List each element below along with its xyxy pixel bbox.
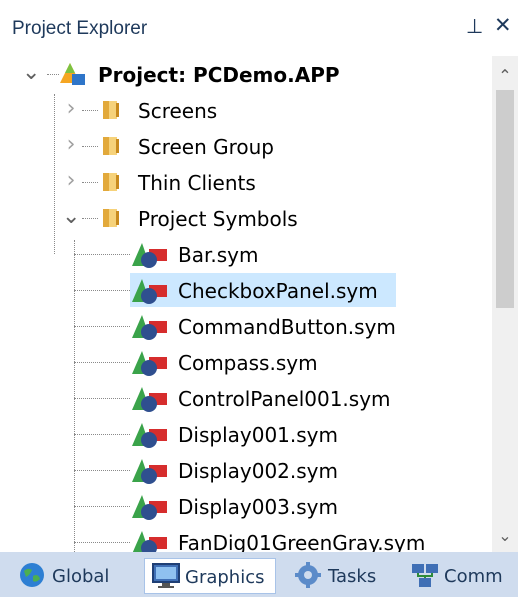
symbol-label: Display001.sym: [178, 423, 338, 447]
scrollbar-thumb[interactable]: [496, 90, 514, 308]
tab-label: Comm: [444, 566, 503, 587]
symbol-icon: [132, 495, 167, 520]
tree-item-thin-clients[interactable]: › Thin Clients: [0, 164, 492, 200]
tree-connector: [74, 362, 130, 363]
tree-item-symbol[interactable]: Bar.sym: [0, 236, 492, 272]
tree-root[interactable]: ⌄ Project: PCDemo.APP: [0, 56, 492, 92]
tree-connector: [74, 398, 130, 399]
tree-item-symbol[interactable]: ControlPanel001.sym: [0, 380, 492, 416]
symbol-icon: [132, 243, 167, 268]
chevron-down-icon[interactable]: ⌄: [62, 200, 80, 236]
tree-connector: [74, 506, 130, 507]
tree-item-project-symbols[interactable]: ⌄ Project Symbols: [0, 200, 492, 236]
symbol-icon: [132, 531, 167, 552]
symbol-label: Display002.sym: [178, 459, 338, 483]
project-icon: [60, 63, 85, 85]
tree-item-symbol[interactable]: Display002.sym: [0, 452, 492, 488]
symbol-icon: [132, 315, 167, 340]
tree-connector: [74, 254, 130, 255]
symbol-label: CommandButton.sym: [178, 315, 396, 339]
globe-icon: [20, 563, 44, 587]
tab-label: Graphics: [185, 567, 265, 588]
folder-label: Project Symbols: [138, 207, 298, 231]
folder-label: Screens: [138, 99, 218, 123]
symbol-icon: [132, 459, 167, 484]
project-tree: ⌄ Project: PCDemo.APP › Screens › Screen…: [0, 56, 492, 552]
network-icon: [412, 564, 438, 587]
chevron-down-icon[interactable]: ⌄: [22, 56, 40, 92]
symbol-label: FanDig01GreenGray.sym: [178, 531, 426, 552]
tree-connector: [74, 542, 130, 543]
chevron-right-icon[interactable]: ›: [62, 128, 80, 164]
tab-label: Tasks: [328, 566, 377, 587]
tree-connector: [74, 326, 130, 327]
folder-icon: [103, 173, 119, 191]
chevron-right-icon[interactable]: ›: [62, 92, 80, 128]
tree-item-screen-group[interactable]: › Screen Group: [0, 128, 492, 164]
symbol-label: Compass.sym: [178, 351, 318, 375]
tab-label: Global: [52, 566, 110, 587]
panel-title: Project Explorer: [12, 18, 148, 39]
tree-item-symbol[interactable]: Display001.sym: [0, 416, 492, 452]
tree-connector: [74, 470, 130, 471]
tree-item-symbol[interactable]: Display003.sym: [0, 488, 492, 524]
gear-icon: [295, 562, 321, 588]
symbol-icon: [132, 279, 167, 304]
close-icon[interactable]: ✕: [494, 13, 512, 37]
project-root-label: Project: PCDemo.APP: [98, 63, 340, 87]
folder-icon: [103, 137, 119, 155]
tree-item-symbol[interactable]: Compass.sym: [0, 344, 492, 380]
scroll-up-icon[interactable]: ⌃: [496, 66, 514, 85]
scroll-down-icon[interactable]: ⌄: [496, 526, 514, 545]
pin-icon[interactable]: ⊥: [466, 14, 483, 38]
symbol-icon: [132, 351, 167, 376]
chevron-right-icon[interactable]: ›: [62, 164, 80, 200]
panel-titlebar: Project Explorer ⊥ ✕: [0, 0, 518, 56]
tab-global[interactable]: Global: [10, 558, 134, 592]
symbol-label: ControlPanel001.sym: [178, 387, 391, 411]
vertical-scrollbar[interactable]: ⌃ ⌄: [492, 56, 518, 552]
symbol-icon: [132, 423, 167, 448]
folder-icon: [103, 101, 119, 119]
tree-connector: [74, 434, 130, 435]
tree-item-symbol-selected[interactable]: CheckboxPanel.sym: [0, 272, 492, 308]
symbol-label: Bar.sym: [178, 243, 259, 267]
folder-icon: [103, 209, 119, 227]
tree-connector: [74, 290, 130, 291]
project-explorer-panel: Project Explorer ⊥ ✕ ⌄ Project: PCDemo.A…: [0, 0, 518, 597]
folder-label: Thin Clients: [138, 171, 256, 195]
tree-item-screens[interactable]: › Screens: [0, 92, 492, 128]
symbol-label: Display003.sym: [178, 495, 338, 519]
explorer-tabbar: Global Graphics Tasks Comm: [0, 552, 518, 597]
tab-tasks[interactable]: Tasks: [290, 558, 390, 592]
monitor-icon: [152, 563, 180, 588]
symbol-icon: [132, 387, 167, 412]
tree-item-symbol[interactable]: FanDig01GreenGray.sym: [0, 524, 492, 552]
folder-label: Screen Group: [138, 135, 275, 159]
tab-comm[interactable]: Comm: [404, 558, 516, 592]
tab-graphics[interactable]: Graphics: [144, 558, 276, 594]
symbol-label: CheckboxPanel.sym: [178, 279, 378, 303]
tree-item-symbol[interactable]: CommandButton.sym: [0, 308, 492, 344]
